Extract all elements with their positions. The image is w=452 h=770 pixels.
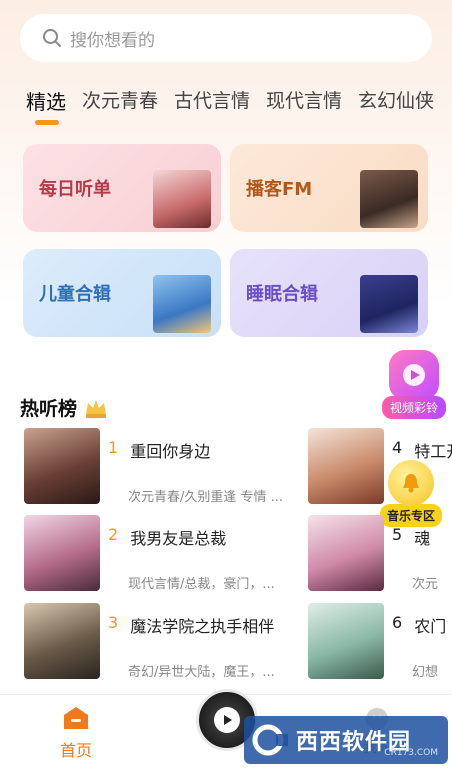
book-cover <box>24 515 100 591</box>
site-watermark: 西西软件园 CR173.COM <box>244 716 448 764</box>
book-cover <box>308 603 384 679</box>
book-meta: 次元 <box>412 577 439 592</box>
ranking-item[interactable]: 4 特工开 <box>308 428 452 504</box>
book-title: 农门 <box>414 617 447 636</box>
crown-icon <box>86 399 107 418</box>
ranking-item[interactable]: 5魂 次元 <box>308 515 452 592</box>
search-placeholder: 搜你想看的 <box>70 30 155 51</box>
tab-label: 次元青春 <box>82 90 159 112</box>
card-label: 每日听单 <box>39 179 111 200</box>
book-meta: 幻想 <box>412 665 439 680</box>
card-podcast-fm[interactable]: 播客FM <box>230 144 428 232</box>
search-bar[interactable]: 搜你想看的 <box>20 14 432 62</box>
ranking-item[interactable]: 3 魔法学院之执手相伴 奇幻/异世大陆，魔王，... <box>24 603 298 680</box>
book-cover <box>24 603 100 679</box>
nav-home-label: 首页 <box>59 741 92 760</box>
video-ringtone-icon <box>389 350 439 400</box>
rank-number: 6 <box>392 613 403 632</box>
category-tabs: 精选 次元青春 古代言情 现代言情 玄幻仙侠 <box>0 86 452 130</box>
book-title: 魔法学院之执手相伴 <box>130 617 275 636</box>
book-title: 重回你身边 <box>130 442 211 461</box>
book-meta: 奇幻/异世大陆，魔王，... <box>128 665 275 680</box>
card-label: 儿童合辑 <box>39 284 111 305</box>
card-artwork <box>360 170 418 228</box>
book-meta: 次元青春/久别重逢 专情 ... <box>128 490 284 505</box>
ranking-item[interactable]: 6 农门 幻想 <box>308 603 452 680</box>
book-cover <box>24 428 100 504</box>
card-daily-list[interactable]: 每日听单 <box>23 144 221 232</box>
ranking-item[interactable]: 1 重回你身边 次元青春/久别重逢 专情 ... <box>24 428 298 505</box>
rank-number: 4 <box>392 438 403 457</box>
tab-youth[interactable]: 次元青春 <box>82 86 158 113</box>
video-ringtone-button[interactable]: 视频彩铃 <box>380 350 448 422</box>
hot-ranking-title: 热听榜 <box>20 394 109 421</box>
nav-home[interactable]: 首页 <box>56 705 96 761</box>
book-cover <box>308 515 384 591</box>
rank-number: 1 <box>108 438 119 457</box>
ranking-item[interactable]: 2 我男友是总裁 现代言情/总裁，豪门，... <box>24 515 298 592</box>
home-icon <box>64 707 88 729</box>
card-label: 播客FM <box>246 179 313 200</box>
card-artwork <box>153 170 211 228</box>
watermark-url: CR173.COM <box>384 748 438 758</box>
section-title-text: 热听榜 <box>20 398 78 420</box>
card-artwork <box>360 275 418 333</box>
card-kids-collection[interactable]: 儿童合辑 <box>23 249 221 337</box>
tab-modern-romance[interactable]: 现代言情 <box>266 86 342 113</box>
book-cover <box>308 428 384 504</box>
rank-number: 2 <box>108 525 119 544</box>
play-icon <box>214 707 240 733</box>
rank-number: 5 <box>392 525 403 544</box>
book-title: 魂 <box>414 529 431 548</box>
card-label: 睡眠合辑 <box>246 284 318 305</box>
rank-number: 3 <box>108 613 119 632</box>
tab-ancient-romance[interactable]: 古代言情 <box>174 86 250 113</box>
search-icon <box>43 29 61 47</box>
card-artwork <box>153 275 211 333</box>
tab-featured[interactable]: 精选 <box>26 86 66 125</box>
video-ringtone-label: 视频彩铃 <box>381 396 446 419</box>
card-sleep-collection[interactable]: 睡眠合辑 <box>230 249 428 337</box>
tab-label: 精选 <box>26 90 66 114</box>
book-title: 特工开 <box>414 442 452 461</box>
tab-label: 玄幻仙侠 <box>358 90 435 112</box>
tab-label: 现代言情 <box>266 90 343 112</box>
tab-label: 古代言情 <box>174 90 251 112</box>
tab-fantasy[interactable]: 玄幻仙侠 <box>358 86 434 113</box>
active-tab-indicator <box>35 120 59 125</box>
book-meta: 现代言情/总裁，豪门，... <box>128 577 275 592</box>
book-title: 我男友是总裁 <box>130 529 227 548</box>
